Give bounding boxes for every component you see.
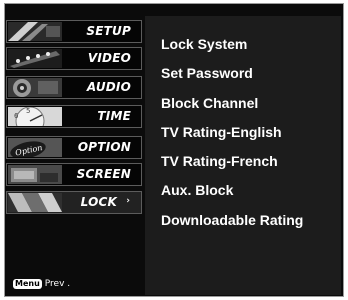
lock-icon xyxy=(8,193,62,212)
menu-label: AUDIO xyxy=(86,80,131,94)
submenu-item-tv-rating-french[interactable]: TV Rating-French xyxy=(161,153,278,169)
setup-icon xyxy=(8,22,62,41)
menu-item-setup[interactable]: SETUP xyxy=(6,20,142,43)
menu-item-option[interactable]: Option OPTION xyxy=(6,136,142,159)
menu-item-lock[interactable]: LOCK › xyxy=(6,191,142,214)
menu-item-time[interactable]: 65 TIME xyxy=(6,105,142,128)
submenu-item-downloadable-rating[interactable]: Downloadable Rating xyxy=(161,212,303,228)
svg-text:5: 5 xyxy=(26,107,30,115)
menu-label: VIDEO xyxy=(87,51,131,65)
submenu-item-block-channel[interactable]: Block Channel xyxy=(161,95,258,111)
menu-key-icon: Menu xyxy=(13,279,42,289)
prev-hint: Menu Prev . xyxy=(13,278,70,290)
menu-label: SETUP xyxy=(86,24,131,38)
svg-text:6: 6 xyxy=(14,112,19,120)
menu-label: TIME xyxy=(97,109,131,123)
screen-icon xyxy=(8,165,62,184)
submenu-item-set-password[interactable]: Set Password xyxy=(161,65,253,81)
time-icon: 65 xyxy=(8,107,62,126)
lock-submenu: Lock System Set Password Block Channel T… xyxy=(145,16,341,295)
audio-icon xyxy=(8,78,62,97)
submenu-item-tv-rating-english[interactable]: TV Rating-English xyxy=(161,124,282,140)
option-icon: Option xyxy=(8,138,62,157)
submenu-item-lock-system[interactable]: Lock System xyxy=(161,36,247,52)
submenu-item-aux-block[interactable]: Aux. Block xyxy=(161,182,233,198)
menu-item-screen[interactable]: SCREEN xyxy=(6,163,142,186)
menu-label: LOCK xyxy=(80,195,117,209)
video-icon xyxy=(8,49,62,68)
menu-label: OPTION xyxy=(77,140,131,154)
main-menu: SETUP VIDEO AUDIO 65 TIME Option OPTION xyxy=(6,5,142,295)
prev-label: Prev . xyxy=(44,279,71,289)
chevron-right-icon: › xyxy=(126,196,130,206)
menu-item-audio[interactable]: AUDIO xyxy=(6,76,142,99)
tv-osd-menu: SETUP VIDEO AUDIO 65 TIME Option OPTION xyxy=(4,3,344,297)
menu-label: SCREEN xyxy=(76,167,131,181)
menu-item-video[interactable]: VIDEO xyxy=(6,47,142,70)
